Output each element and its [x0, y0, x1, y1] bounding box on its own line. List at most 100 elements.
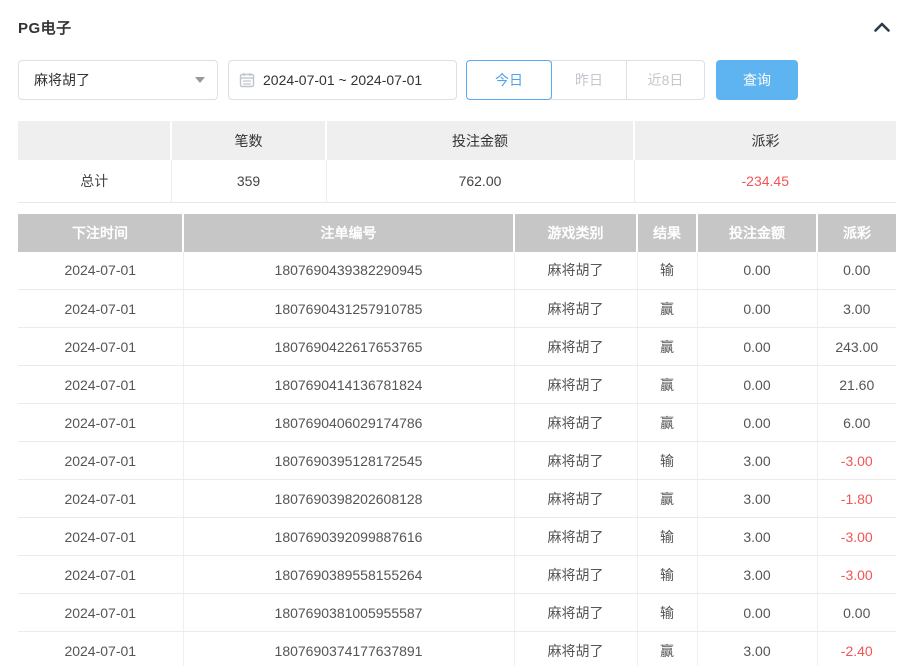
- cell-bet-amount: 0.00: [697, 404, 817, 442]
- summary-header-blank: [18, 121, 171, 160]
- collapse-panel-button[interactable]: [870, 15, 894, 39]
- cell-game-type: 麻将胡了: [514, 556, 637, 594]
- summary-header-count: 笔数: [171, 121, 326, 160]
- last8days-button[interactable]: 近8日: [626, 60, 705, 100]
- summary-total-bet-amount: 762.00: [326, 160, 634, 202]
- table-row: 2024-07-01 1807690374177637891 麻将胡了 赢 3.…: [18, 632, 896, 666]
- table-row: 2024-07-01 1807690422617653765 麻将胡了 赢 0.…: [18, 328, 896, 366]
- cell-result: 输: [637, 252, 697, 290]
- date-range-input[interactable]: 2024-07-01 ~ 2024-07-01: [228, 60, 457, 100]
- cell-bet-id: 1807690398202608128: [183, 480, 514, 518]
- summary-total-row: 总计 359 762.00 -234.45: [18, 160, 896, 202]
- table-row: 2024-07-01 1807690395128172545 麻将胡了 输 3.…: [18, 442, 896, 480]
- cell-payout: -1.80: [817, 480, 896, 518]
- table-row: 2024-07-01 1807690398202608128 麻将胡了 赢 3.…: [18, 480, 896, 518]
- col-header-bet-time: 下注时间: [18, 214, 183, 252]
- cell-bet-id: 1807690381005955587: [183, 594, 514, 632]
- cell-bet-time: 2024-07-01: [18, 442, 183, 480]
- cell-bet-amount: 3.00: [697, 518, 817, 556]
- cell-result: 赢: [637, 366, 697, 404]
- cell-bet-amount: 0.00: [697, 252, 817, 290]
- table-row: 2024-07-01 1807690414136781824 麻将胡了 赢 0.…: [18, 366, 896, 404]
- cell-bet-id: 1807690439382290945: [183, 252, 514, 290]
- summary-header-row: 笔数 投注金额 派彩: [18, 121, 896, 160]
- cell-bet-amount: 3.00: [697, 556, 817, 594]
- summary-total-label: 总计: [18, 160, 171, 202]
- cell-result: 赢: [637, 632, 697, 666]
- table-row: 2024-07-01 1807690439382290945 麻将胡了 输 0.…: [18, 252, 896, 290]
- cell-result: 输: [637, 594, 697, 632]
- cell-bet-time: 2024-07-01: [18, 366, 183, 404]
- cell-game-type: 麻将胡了: [514, 404, 637, 442]
- table-row: 2024-07-01 1807690406029174786 麻将胡了 赢 0.…: [18, 404, 896, 442]
- cell-payout: -3.00: [817, 442, 896, 480]
- cell-bet-time: 2024-07-01: [18, 404, 183, 442]
- cell-bet-time: 2024-07-01: [18, 594, 183, 632]
- summary-header-payout: 派彩: [634, 121, 896, 160]
- cell-result: 赢: [637, 404, 697, 442]
- filter-bar: 麻将胡了 2024-07-01 ~ 2024-07-01 今日 昨日 近8日: [18, 60, 896, 100]
- summary-header-bet-amount: 投注金额: [326, 121, 634, 160]
- bet-table-body: 2024-07-01 1807690439382290945 麻将胡了 输 0.…: [18, 252, 896, 666]
- cell-result: 输: [637, 518, 697, 556]
- cell-bet-amount: 0.00: [697, 594, 817, 632]
- cell-payout: -3.00: [817, 556, 896, 594]
- yesterday-button[interactable]: 昨日: [551, 60, 627, 100]
- cell-result: 输: [637, 556, 697, 594]
- cell-bet-time: 2024-07-01: [18, 480, 183, 518]
- cell-result: 赢: [637, 480, 697, 518]
- pg-games-panel: PG电子 麻将胡了 2024-07-01 ~ 2: [0, 0, 914, 666]
- chevron-up-icon: [874, 20, 890, 35]
- date-quick-buttons: 今日 昨日 近8日: [466, 60, 705, 100]
- cell-payout: -3.00: [817, 518, 896, 556]
- cell-bet-id: 1807690374177637891: [183, 632, 514, 666]
- cell-bet-amount: 3.00: [697, 480, 817, 518]
- cell-bet-amount: 0.00: [697, 328, 817, 366]
- cell-result: 输: [637, 442, 697, 480]
- cell-bet-time: 2024-07-01: [18, 556, 183, 594]
- calendar-icon: [239, 72, 255, 88]
- today-button[interactable]: 今日: [466, 60, 552, 100]
- panel-header: PG电子: [18, 0, 896, 38]
- cell-bet-time: 2024-07-01: [18, 328, 183, 366]
- cell-bet-amount: 0.00: [697, 366, 817, 404]
- bet-table-header-row: 下注时间 注单编号 游戏类别 结果 投注金额 派彩: [18, 214, 896, 252]
- cell-bet-time: 2024-07-01: [18, 518, 183, 556]
- cell-game-type: 麻将胡了: [514, 328, 637, 366]
- cell-bet-id: 1807690389558155264: [183, 556, 514, 594]
- cell-payout: 0.00: [817, 252, 896, 290]
- col-header-bet-id: 注单编号: [183, 214, 514, 252]
- game-select[interactable]: 麻将胡了: [18, 60, 218, 100]
- cell-payout: 0.00: [817, 594, 896, 632]
- table-row: 2024-07-01 1807690431257910785 麻将胡了 赢 0.…: [18, 290, 896, 328]
- cell-bet-id: 1807690395128172545: [183, 442, 514, 480]
- cell-payout: 243.00: [817, 328, 896, 366]
- page-title: PG电子: [18, 17, 72, 38]
- summary-total-count: 359: [171, 160, 326, 202]
- date-range-value: 2024-07-01 ~ 2024-07-01: [263, 72, 422, 88]
- cell-game-type: 麻将胡了: [514, 366, 637, 404]
- cell-payout: 6.00: [817, 404, 896, 442]
- cell-payout: 21.60: [817, 366, 896, 404]
- cell-bet-time: 2024-07-01: [18, 290, 183, 328]
- cell-bet-amount: 3.00: [697, 442, 817, 480]
- col-header-payout: 派彩: [817, 214, 896, 252]
- col-header-bet-amount: 投注金额: [697, 214, 817, 252]
- cell-payout: -2.40: [817, 632, 896, 666]
- search-button[interactable]: 查询: [716, 60, 798, 100]
- caret-down-icon: [195, 77, 205, 83]
- cell-game-type: 麻将胡了: [514, 632, 637, 666]
- cell-bet-amount: 3.00: [697, 632, 817, 666]
- summary-table: 笔数 投注金额 派彩 总计 359 762.00 -234.45: [18, 121, 896, 203]
- col-header-game-type: 游戏类别: [514, 214, 637, 252]
- table-row: 2024-07-01 1807690389558155264 麻将胡了 输 3.…: [18, 556, 896, 594]
- cell-bet-id: 1807690414136781824: [183, 366, 514, 404]
- cell-bet-time: 2024-07-01: [18, 252, 183, 290]
- cell-game-type: 麻将胡了: [514, 442, 637, 480]
- cell-payout: 3.00: [817, 290, 896, 328]
- table-row: 2024-07-01 1807690392099887616 麻将胡了 输 3.…: [18, 518, 896, 556]
- cell-bet-id: 1807690422617653765: [183, 328, 514, 366]
- cell-result: 赢: [637, 290, 697, 328]
- cell-bet-id: 1807690406029174786: [183, 404, 514, 442]
- cell-game-type: 麻将胡了: [514, 594, 637, 632]
